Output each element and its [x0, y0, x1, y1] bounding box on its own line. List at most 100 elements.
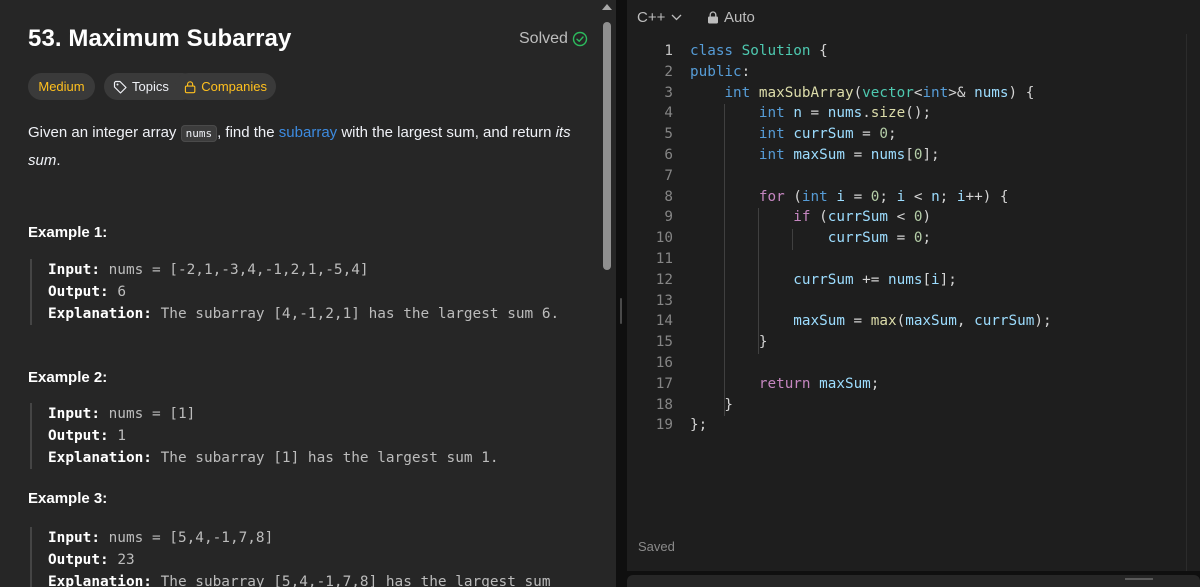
code-line[interactable]: 2 public:	[627, 62, 1200, 83]
code-token: ();	[905, 105, 932, 122]
code-line[interactable]: 10 currSum = 0;	[627, 228, 1200, 249]
code-line[interactable]: 6 int maxSum = nums[0];	[627, 145, 1200, 166]
resize-grip-icon	[1125, 578, 1153, 580]
code-token: }	[690, 334, 768, 351]
code-token: currSum	[793, 271, 854, 288]
code-line[interactable]: 15 }	[627, 332, 1200, 353]
line-number: 16	[655, 354, 673, 371]
code-token: ];	[922, 146, 940, 163]
code-token: (	[896, 313, 906, 330]
topics-label: Topics	[132, 79, 169, 94]
code-token: int	[758, 126, 785, 143]
code-text-area[interactable]: 1 class Solution {2 public: 3 int maxSubArr…	[627, 41, 1200, 436]
example-output: Output: 1	[48, 428, 126, 444]
example-output: Output: 23	[48, 552, 135, 568]
code-token: (	[853, 84, 863, 101]
statement-text: with the largest sum, and return	[337, 124, 556, 141]
code-line[interactable]: 3 int maxSubArray(vector<int>& nums) {	[627, 83, 1200, 104]
example-explanation: Explanation: The subarray [1] has the la…	[48, 450, 499, 466]
code-token: int	[758, 105, 785, 122]
code-token: {	[810, 43, 828, 59]
code-token: ;	[870, 375, 880, 392]
code-token: (	[810, 209, 828, 226]
line-number: 4	[664, 105, 673, 122]
line-number: 1	[664, 43, 673, 59]
code-line[interactable]: 11	[627, 249, 1200, 270]
example-output: Output: 6	[48, 284, 126, 300]
line-number: 12	[655, 271, 673, 288]
code-token: int	[801, 188, 828, 205]
code-token: return	[758, 375, 811, 392]
code-line[interactable]: 9 if (currSum < 0)	[627, 207, 1200, 228]
editor-scrollbar-track[interactable]	[1186, 34, 1187, 571]
example-input: Input: nums = [-2,1,-3,4,-1,2,1,-5,4]	[48, 262, 369, 278]
code-token: )	[922, 209, 932, 226]
line-number: 14	[655, 313, 673, 330]
code-token: ) {	[1008, 84, 1035, 101]
code-line[interactable]: 13	[627, 291, 1200, 312]
description-scrollbar[interactable]	[603, 22, 611, 270]
code-token: nums	[888, 271, 923, 288]
subarray-link[interactable]: subarray	[279, 124, 337, 141]
code-token: <	[888, 209, 914, 226]
code-content: currSum += nums[i];	[690, 270, 957, 291]
code-line[interactable]: 16	[627, 353, 1200, 374]
companies-button[interactable]: Companies	[175, 73, 276, 100]
example-explanation: Explanation: The subarray [4,-1,2,1] has…	[48, 306, 560, 322]
code-token: maxSum	[793, 146, 845, 163]
code-line[interactable]: 18 }	[627, 395, 1200, 416]
code-token: =	[888, 230, 914, 247]
lock-icon	[184, 80, 196, 93]
code-token: currSum	[827, 230, 888, 247]
code-line[interactable]: 12 currSum += nums[i];	[627, 270, 1200, 291]
line-number: 9	[664, 209, 673, 226]
code-line[interactable]: 8 for (int i = 0; i < n; i++) {	[627, 187, 1200, 208]
code-token: =	[801, 105, 828, 122]
language-selector[interactable]: C++	[637, 9, 682, 26]
code-token: );	[1034, 313, 1052, 330]
line-number: 3	[664, 84, 673, 101]
code-token: ;	[888, 126, 897, 143]
console-panel-header[interactable]	[627, 575, 1200, 587]
companies-label: Companies	[201, 79, 267, 94]
code-line[interactable]: 1 class Solution {	[627, 41, 1200, 62]
code-token: class	[690, 43, 734, 59]
code-token: max	[870, 313, 897, 330]
code-line[interactable]: 7	[627, 166, 1200, 187]
panel-resize-handle[interactable]	[616, 0, 627, 587]
code-token: maxSum	[905, 313, 957, 330]
code-token: currSum	[974, 313, 1035, 330]
code-line[interactable]: 14 maxSum = max(maxSum, currSum);	[627, 311, 1200, 332]
code-token: int	[922, 84, 949, 101]
code-token: nums	[870, 146, 906, 163]
code-token: i	[956, 188, 966, 205]
code-token: =	[844, 313, 871, 330]
difficulty-badge[interactable]: Medium	[28, 73, 95, 100]
code-token: ,	[956, 313, 975, 330]
statement-text: , find the	[217, 124, 279, 141]
code-token: size	[870, 105, 906, 122]
code-token: nums	[974, 84, 1009, 101]
code-token: (	[784, 188, 802, 205]
code-content: currSum = 0;	[690, 228, 931, 249]
code-line[interactable]: 4 int n = nums.size();	[627, 103, 1200, 124]
code-token: vector	[862, 84, 914, 101]
scroll-up-arrow-icon[interactable]	[602, 4, 612, 10]
code-line[interactable]: 5 int currSum = 0;	[627, 124, 1200, 145]
code-line[interactable]: 17 return maxSum;	[627, 374, 1200, 395]
difficulty-label: Medium	[38, 79, 85, 94]
code-token: i	[931, 271, 940, 288]
code-content: }	[690, 395, 733, 416]
code-token: for	[758, 188, 785, 205]
code-line[interactable]: 19};	[627, 415, 1200, 436]
indent-guide	[758, 208, 759, 354]
code-token: currSum	[793, 126, 854, 143]
auto-mode-toggle[interactable]: Auto	[707, 9, 755, 26]
line-number: 7	[664, 167, 673, 184]
code-token: =	[844, 146, 871, 163]
code-token: if	[793, 209, 811, 226]
code-content: if (currSum < 0)	[690, 207, 931, 228]
tag-icon	[113, 80, 127, 94]
code-content: return maxSum;	[690, 374, 880, 395]
